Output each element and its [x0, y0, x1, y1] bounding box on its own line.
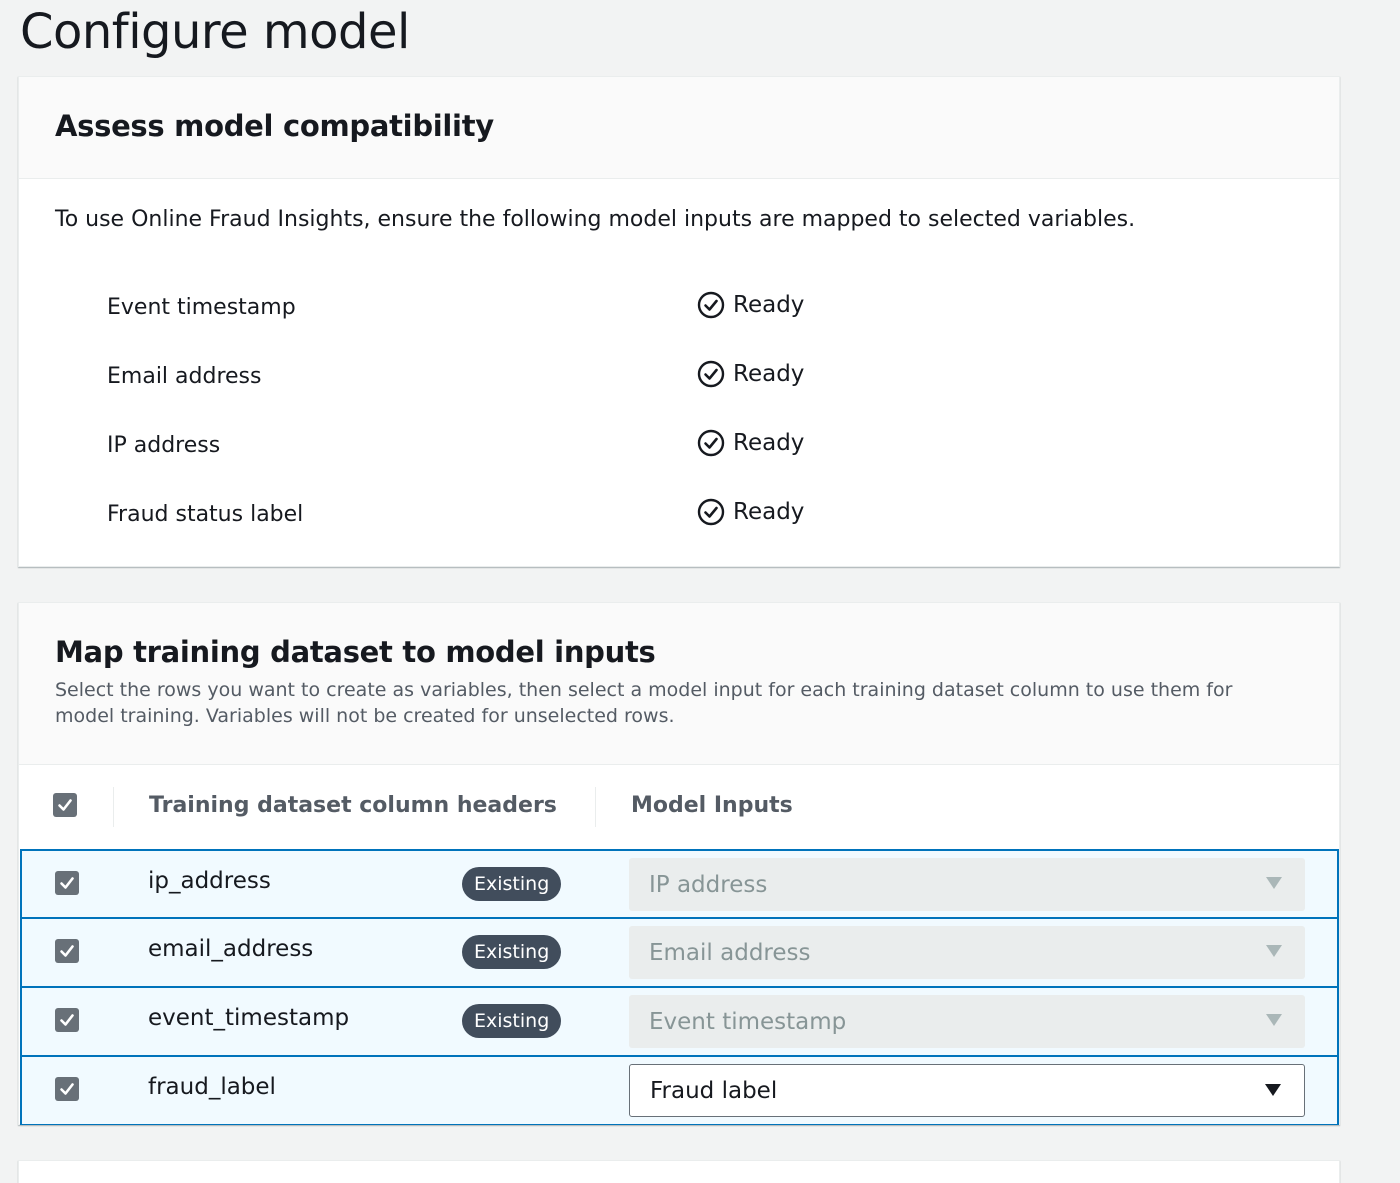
mapping-panel: Map training dataset to model inputs Sel… — [18, 602, 1340, 1125]
check-circle-icon — [697, 498, 725, 526]
mapping-description: Select the rows you want to create as va… — [55, 679, 1233, 727]
dataset-column-name: email_address — [148, 936, 314, 962]
mapping-panel-header: Map training dataset to model inputs Sel… — [19, 603, 1339, 765]
compatibility-intro: To use Online Fraud Insights, ensure the… — [55, 207, 1136, 232]
check-circle-icon — [697, 291, 725, 319]
checkmark-icon — [60, 877, 74, 889]
model-input-select: Email address — [629, 926, 1305, 979]
requirement-status: Ready — [697, 429, 804, 457]
model-input-select[interactable]: Fraud label — [629, 1064, 1305, 1117]
model-input-value: Fraud label — [650, 1077, 778, 1104]
page-title: Configure model — [20, 4, 410, 60]
checkmark-icon — [60, 1083, 74, 1095]
checkmark-icon — [60, 945, 74, 957]
next-panel — [18, 1160, 1340, 1183]
dataset-column-name: ip_address — [148, 868, 271, 894]
table-header: Training dataset column headers Model In… — [19, 765, 1339, 850]
checkmark-icon — [60, 1014, 74, 1026]
table-row[interactable]: event_timestamp Existing Event timestamp — [20, 987, 1339, 1056]
requirement-status: Ready — [697, 291, 804, 319]
row-checkbox[interactable] — [55, 1008, 79, 1032]
status-text: Ready — [733, 430, 805, 456]
compatibility-panel-header: Assess model compatibility — [19, 77, 1339, 179]
column-divider — [595, 787, 596, 827]
requirement-status: Ready — [697, 360, 804, 388]
table-row[interactable]: fraud_label Fraud label — [20, 1056, 1339, 1125]
requirement-name: Event timestamp — [107, 295, 296, 320]
caret-down-icon — [1266, 945, 1282, 957]
model-input-value: Email address — [649, 939, 811, 966]
model-input-select: IP address — [629, 858, 1305, 911]
compatibility-title: Assess model compatibility — [55, 109, 494, 143]
model-input-value: Event timestamp — [649, 1008, 847, 1035]
existing-badge: Existing — [462, 867, 562, 901]
model-input-value: IP address — [649, 871, 768, 898]
dataset-column-name: event_timestamp — [148, 1005, 350, 1031]
model-input-select: Event timestamp — [629, 995, 1305, 1048]
check-circle-icon — [697, 429, 725, 457]
status-text: Ready — [733, 361, 805, 387]
caret-down-icon[interactable] — [1264, 1082, 1282, 1098]
row-checkbox[interactable] — [55, 1077, 79, 1101]
requirement-row: Event timestamp Ready — [19, 291, 1339, 331]
select-all-checkbox[interactable] — [53, 793, 77, 817]
row-checkbox[interactable] — [55, 939, 79, 963]
column-divider — [113, 787, 114, 827]
requirement-row: IP address Ready — [19, 429, 1339, 469]
compatibility-panel: Assess model compatibility To use Online… — [18, 76, 1340, 567]
requirement-row: Fraud status label Ready — [19, 498, 1339, 538]
requirement-status: Ready — [697, 498, 804, 526]
caret-down-icon — [1266, 877, 1282, 889]
column-header-training-dataset: Training dataset column headers — [149, 793, 557, 818]
status-text: Ready — [733, 292, 805, 318]
mapping-title: Map training dataset to model inputs — [55, 635, 656, 669]
row-checkbox[interactable] — [55, 871, 79, 895]
dataset-column-name: fraud_label — [148, 1074, 276, 1100]
existing-badge: Existing — [462, 1004, 562, 1038]
requirement-name: Fraud status label — [107, 502, 304, 527]
checkmark-icon — [58, 799, 72, 811]
table-row[interactable]: ip_address Existing IP address — [20, 849, 1339, 918]
existing-badge: Existing — [462, 935, 562, 969]
requirement-row: Email address Ready — [19, 360, 1339, 400]
caret-down-icon — [1266, 1014, 1282, 1026]
check-circle-icon — [697, 360, 725, 388]
requirement-name: IP address — [107, 433, 221, 458]
table-row[interactable]: email_address Existing Email address — [20, 918, 1339, 987]
requirement-name: Email address — [107, 364, 262, 389]
column-header-model-inputs: Model Inputs — [631, 793, 793, 818]
status-text: Ready — [733, 499, 805, 525]
